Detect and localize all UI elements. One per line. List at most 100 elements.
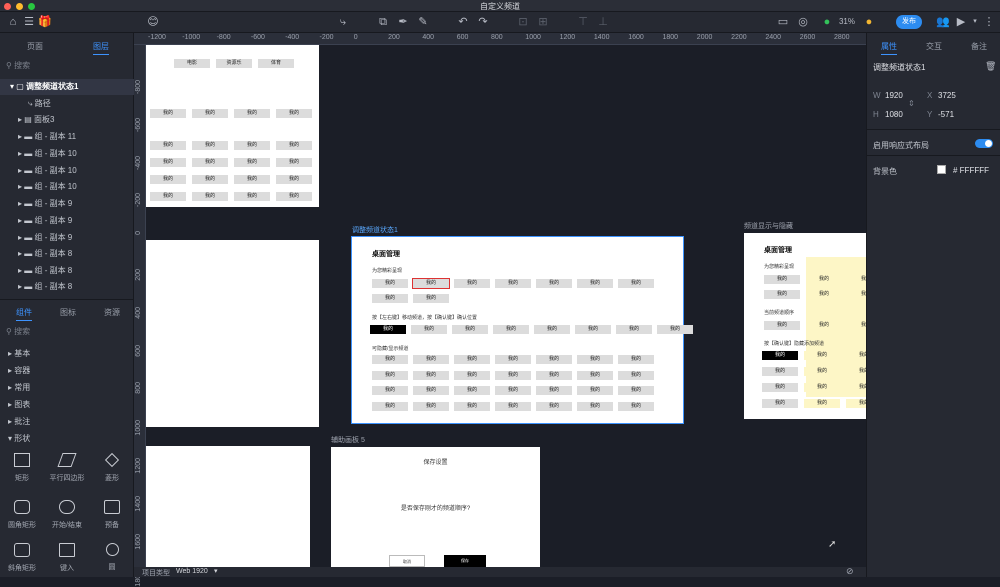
channel-chip[interactable]: 我的 bbox=[764, 290, 800, 299]
channel-chip[interactable]: 我的 bbox=[413, 386, 449, 395]
chevron-down-icon[interactable]: ▾ bbox=[214, 567, 218, 575]
channel-chip[interactable]: 我的 bbox=[762, 367, 798, 376]
layer-search-input[interactable]: ⚲ 搜索 bbox=[6, 59, 130, 73]
tab-pages[interactable]: 页面 bbox=[27, 41, 43, 52]
component-search-input[interactable]: ⚲ 搜索 bbox=[6, 325, 130, 339]
align-icon[interactable]: ⊡ bbox=[516, 15, 530, 29]
trash-icon[interactable]: 🗑 bbox=[985, 61, 996, 72]
channel-chip[interactable]: 我的 bbox=[848, 290, 866, 299]
shape-input[interactable]: 键入 bbox=[45, 543, 89, 573]
channel-chip[interactable]: 我的 bbox=[536, 370, 572, 380]
shape-rectangle[interactable]: 矩形 bbox=[0, 453, 44, 483]
tab-properties[interactable]: 属性 bbox=[881, 41, 897, 55]
target-icon[interactable]: ◎ bbox=[796, 15, 810, 29]
channel-chip[interactable]: 我的 bbox=[577, 401, 613, 411]
channel-chip[interactable]: 我的 bbox=[618, 279, 654, 288]
channel-chip[interactable]: 我的 bbox=[372, 355, 408, 364]
channel-chip[interactable]: 我的 bbox=[804, 383, 840, 392]
channel-chip[interactable]: 我的 bbox=[495, 386, 531, 395]
artboard-right[interactable]: 桌面管理 为您精彩呈现 当前频道顺序 按【确认键】隐藏添加频道 我的我的我的我的… bbox=[744, 233, 866, 419]
channel-chip[interactable]: 我的 bbox=[452, 325, 488, 334]
design-canvas[interactable]: 电影 资源乐 体育 我的 我的 我的 我的 我的 我的 我的 我的 我的 我的 我的 我的 我的 我的 我的 我的我… bbox=[146, 45, 866, 567]
connect-icon[interactable]: ⤷ bbox=[336, 15, 350, 29]
layer-item[interactable]: ▸ ▬ 组 - 副本 8 bbox=[0, 263, 134, 279]
zoom-level[interactable]: 31% bbox=[836, 15, 858, 29]
channel-chip[interactable]: 我的 bbox=[618, 401, 654, 411]
menu-icon[interactable]: ☰ bbox=[22, 15, 36, 29]
layer-item[interactable]: ▸ ▬ 组 - 副本 10 bbox=[0, 146, 134, 162]
channel-chip[interactable]: 我的 bbox=[276, 175, 312, 184]
channel-chip[interactable]: 我的 bbox=[848, 321, 866, 330]
emoji-icon[interactable]: 😊 bbox=[146, 15, 160, 29]
channel-chip[interactable]: 我的 bbox=[577, 279, 613, 288]
channel-chip[interactable]: 我的 bbox=[618, 355, 654, 364]
dialog-save-button[interactable]: 保存 bbox=[444, 555, 486, 567]
layer-item[interactable]: ▸ ▤ 面板3 bbox=[0, 112, 134, 128]
channel-chip[interactable]: 我的 bbox=[495, 370, 531, 380]
zoom-out-icon[interactable]: ● bbox=[820, 15, 834, 29]
channel-chip[interactable]: 资源乐 bbox=[216, 59, 252, 68]
channel-chip[interactable]: 我的 bbox=[454, 386, 490, 395]
tab-notes[interactable]: 备注 bbox=[971, 41, 987, 52]
channel-chip[interactable]: 我的 bbox=[150, 175, 186, 184]
channel-chip[interactable]: 我的 bbox=[372, 386, 408, 395]
category-shape[interactable]: ▾ 形状 bbox=[8, 433, 30, 444]
layer-item[interactable]: ▸ ▬ 组 - 副本 8 bbox=[0, 279, 134, 295]
settings-icon[interactable]: ⊘ bbox=[846, 566, 854, 577]
channel-chip[interactable]: 我的 bbox=[372, 279, 408, 288]
channel-chip[interactable]: 我的 bbox=[234, 141, 270, 150]
channel-chip[interactable]: 我的 bbox=[411, 325, 447, 334]
shape-circle[interactable]: 圆 bbox=[90, 543, 134, 572]
play-preview-icon[interactable]: ▶ bbox=[954, 15, 968, 29]
channel-chip[interactable]: 我的 bbox=[536, 355, 572, 364]
new-artboard-icon[interactable]: ⧉ bbox=[376, 15, 390, 29]
channel-chip[interactable]: 我的 bbox=[234, 192, 270, 201]
channel-chip[interactable]: 我的 bbox=[192, 175, 228, 184]
channel-chip[interactable]: 我的 bbox=[577, 370, 613, 380]
channel-chip[interactable]: 我的 bbox=[764, 321, 800, 330]
tab-icons[interactable]: 图标 bbox=[60, 307, 76, 318]
channel-chip[interactable]: 我的 bbox=[846, 399, 866, 408]
channel-chip[interactable]: 电影 bbox=[174, 59, 210, 68]
channel-chip[interactable]: 我的 bbox=[848, 275, 866, 284]
x-field[interactable]: 3725 bbox=[938, 91, 956, 100]
channel-chip[interactable]: 我的 bbox=[846, 351, 866, 360]
channel-chip[interactable]: 体育 bbox=[258, 59, 294, 68]
layer-item[interactable]: ▸ ▬ 组 - 副本 8 bbox=[0, 246, 134, 262]
channel-chip[interactable]: 我的 bbox=[276, 158, 312, 167]
channel-chip[interactable]: 我的 bbox=[846, 383, 866, 392]
channel-chip[interactable]: 我的 bbox=[372, 294, 408, 303]
channel-chip[interactable]: 我的 bbox=[412, 278, 450, 289]
channel-chip[interactable]: 我的 bbox=[413, 401, 449, 411]
channel-chip[interactable]: 我的 bbox=[534, 325, 570, 334]
channel-chip[interactable]: 我的 bbox=[276, 141, 312, 150]
channel-chip[interactable]: 我的 bbox=[454, 370, 490, 380]
artboard-partial-top[interactable]: 电影 资源乐 体育 我的 我的 我的 我的 我的 我的 我的 我的 我的 我的 我的 我的 我的 我的 我的 我的我… bbox=[146, 45, 319, 207]
channel-chip[interactable]: 我的 bbox=[372, 370, 408, 380]
shape-diamond[interactable]: 菱形 bbox=[90, 452, 134, 483]
layer-item[interactable]: ▸ ▬ 组 - 副本 11 bbox=[0, 129, 134, 145]
channel-chip[interactable]: 我的 bbox=[536, 401, 572, 411]
background-color-value[interactable]: # FFFFFF bbox=[953, 166, 989, 175]
channel-chip[interactable]: 我的 bbox=[764, 275, 800, 284]
distribute-icon[interactable]: ⊞ bbox=[536, 15, 550, 29]
pencil-icon[interactable]: ✎ bbox=[416, 15, 430, 29]
channel-chip[interactable]: 我的 bbox=[234, 175, 270, 184]
artboard-main[interactable]: 桌面管理 为您精彩呈现 按【左右键】移动频道，按【确认键】确认位置 可隐藏/显示… bbox=[351, 236, 693, 424]
tab-components[interactable]: 组件 bbox=[16, 307, 32, 321]
link-icon[interactable]: ⇕ bbox=[908, 99, 915, 108]
redo-icon[interactable]: ↷ bbox=[476, 15, 490, 29]
artboard-label-main[interactable]: 调整频道状态1 bbox=[352, 225, 398, 235]
channel-chip[interactable]: 我的 bbox=[577, 386, 613, 395]
channel-chip[interactable]: 我的 bbox=[454, 401, 490, 411]
channel-chip[interactable]: 我的 bbox=[454, 279, 490, 288]
channel-chip[interactable]: 我的 bbox=[536, 279, 572, 288]
channel-chip[interactable]: 我的 bbox=[495, 279, 531, 288]
pen-icon[interactable]: ✒ bbox=[396, 15, 410, 29]
channel-chip[interactable]: 我的 bbox=[804, 351, 840, 360]
tab-interactions[interactable]: 交互 bbox=[926, 41, 942, 52]
layer-item[interactable]: ⤷ 路径 bbox=[0, 96, 134, 112]
home-icon[interactable]: ⌂ bbox=[6, 15, 20, 29]
channel-chip[interactable]: 我的 bbox=[276, 109, 312, 118]
publish-button[interactable]: 发布 bbox=[896, 15, 922, 29]
